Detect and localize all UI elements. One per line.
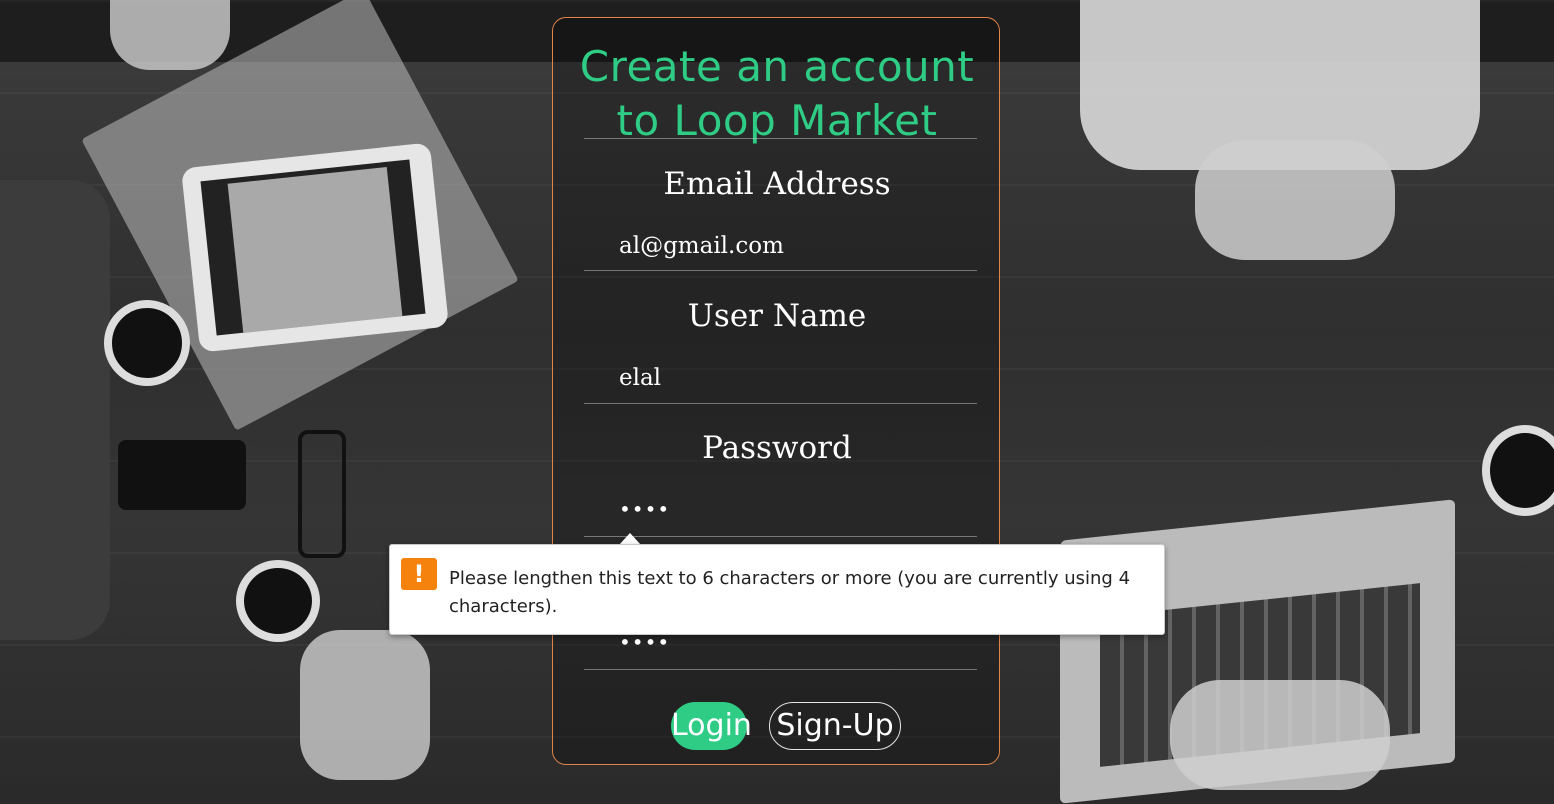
divider [584, 403, 977, 404]
background-arm [0, 180, 110, 640]
background-glasses [298, 430, 346, 558]
background-phone [118, 440, 246, 510]
background-tablet-image [227, 167, 403, 333]
divider [584, 536, 977, 537]
email-field[interactable] [619, 229, 959, 263]
login-button[interactable]: Login [671, 702, 752, 750]
warning-icon: ! [401, 558, 437, 590]
divider [584, 669, 977, 670]
divider [584, 270, 977, 271]
signup-form: Create an account to Loop Market Email A… [552, 17, 1000, 765]
background-hand [1195, 140, 1395, 260]
background-coffee-cup [1482, 425, 1554, 516]
signup-button[interactable]: Sign-Up [769, 702, 901, 750]
form-title: Create an account to Loop Market [579, 42, 975, 145]
background-coffee-cup [236, 560, 320, 642]
background-hand [300, 630, 430, 780]
username-field[interactable] [619, 361, 959, 395]
password-field[interactable] [619, 492, 959, 526]
username-label: User Name [687, 298, 867, 334]
validation-message: Please lengthen this text to 6 character… [449, 568, 1131, 617]
divider [584, 138, 977, 139]
email-label: Email Address [663, 166, 891, 202]
background-coffee-cup [104, 300, 190, 386]
background-hand [110, 0, 230, 70]
validation-tooltip: ! Please lengthen this text to 6 charact… [389, 544, 1165, 635]
background-hand [1170, 680, 1390, 790]
password-label: Password [702, 430, 852, 466]
